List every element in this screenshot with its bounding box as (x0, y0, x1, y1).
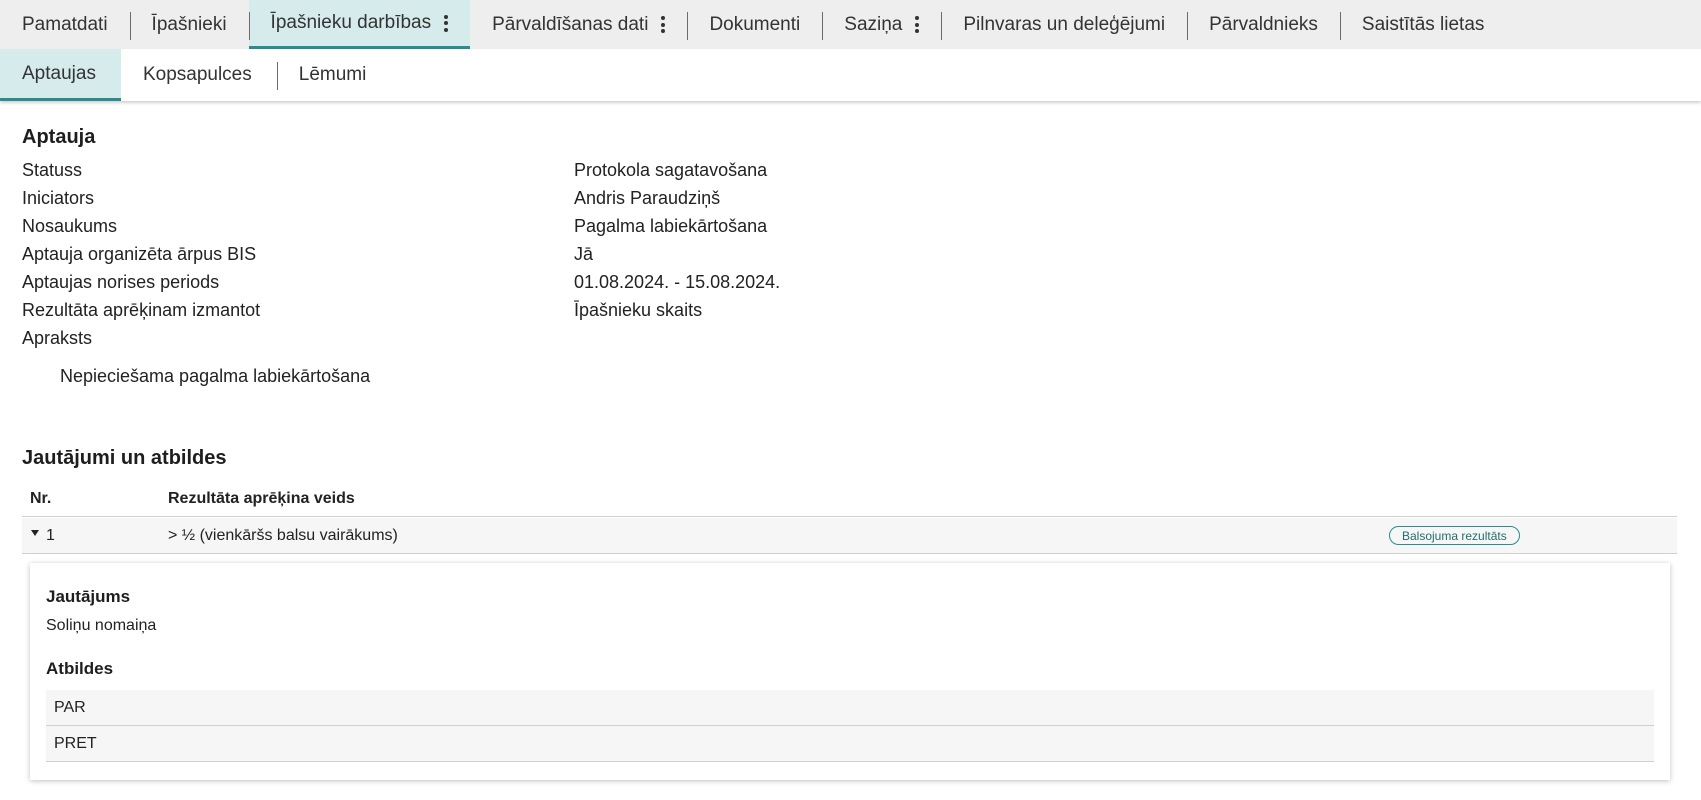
list-item: PAR (46, 690, 1654, 726)
field-value: Īpašnieku skaits (574, 299, 703, 320)
tab-dokumenti[interactable]: Dokumenti (687, 0, 822, 49)
detail-row-period: Aptaujas norises periods 01.08.2024. - 1… (22, 268, 1222, 296)
tab-ipasnieku-darbibas[interactable]: Īpašnieku darbības (248, 0, 471, 49)
more-vertical-icon[interactable] (444, 14, 449, 32)
field-value: Pagalma labiekārtošana (574, 215, 768, 236)
field-label: Nosaukums (22, 215, 118, 236)
subtab-lemumi[interactable]: Lēmumi (276, 49, 392, 101)
answer-label: PRET (54, 734, 97, 752)
detail-row-status: Statuss Protokola sagatavošana (22, 156, 1222, 184)
column-header-calc-type: Rezultāta aprēķina veids (168, 490, 355, 507)
field-value: Protokola sagatavošana (574, 159, 768, 180)
tab-label: Dokumenti (709, 13, 801, 35)
question-detail-card: Jautājums Soliņu nomaiņa Atbildes PAR PR… (30, 563, 1670, 780)
tab-pilnvaras-un-delegejumi[interactable]: Pilnvaras un deleģējumi (941, 0, 1187, 49)
question-text: Soliņu nomaiņa (46, 617, 157, 634)
column-header-nr: Nr. (30, 490, 52, 507)
tab-label: Pārvaldīšanas dati (492, 13, 649, 35)
tab-sazina[interactable]: Saziņa (822, 0, 941, 49)
survey-description: Nepieciešama pagalma labiekārtošana (60, 366, 371, 386)
tab-label: Īpašnieki (151, 13, 227, 35)
subtab-aptaujas[interactable]: Aptaujas (0, 49, 121, 101)
question-nr: 1 (46, 527, 55, 544)
field-label: Aptaujas norises periods (22, 271, 220, 292)
answers-heading: Atbildes (46, 659, 114, 678)
tab-label: Kopsapulces (142, 64, 252, 85)
tab-label: Pārvaldnieks (1209, 13, 1318, 35)
tab-label: Pamatdati (22, 13, 108, 35)
questions-title: Jautājumi un atbildes (22, 447, 227, 469)
tab-saistitas-lietas[interactable]: Saistītās lietas (1339, 0, 1507, 49)
subtab-kopsapulces[interactable]: Kopsapulces (121, 49, 277, 101)
detail-row-outside-bis: Aptauja organizēta ārpus BIS Jā (22, 240, 1222, 268)
answer-label: PAR (54, 698, 86, 716)
tab-ipasnieki[interactable]: Īpašnieki (129, 0, 249, 49)
survey-title: Aptauja (22, 126, 96, 148)
table-row[interactable]: 1 > ½ (vienkāršs balsu vairākums) Balsoj… (22, 518, 1677, 554)
field-value: Andris Paraudziņš (574, 187, 721, 208)
tab-label: Lēmumi (298, 64, 367, 85)
detail-row-description: Apraksts (22, 324, 1222, 352)
tab-parvaldnieks[interactable]: Pārvaldnieks (1187, 0, 1340, 49)
tab-label: Saziņa (844, 13, 903, 35)
tab-parvaldisanas-dati[interactable]: Pārvaldīšanas dati (470, 0, 687, 49)
question-heading: Jautājums (46, 587, 131, 606)
field-value: 01.08.2024. - 15.08.2024. (574, 271, 781, 292)
field-label: Rezultāta aprēķinam izmantot (22, 299, 261, 320)
field-label: Apraksts (22, 327, 93, 348)
caret-down-icon[interactable] (31, 530, 39, 536)
field-value: Jā (574, 243, 594, 264)
more-vertical-icon[interactable] (661, 16, 666, 33)
tab-label: Aptaujas (22, 62, 96, 84)
list-item: PRET (46, 726, 1654, 762)
vote-result-badge[interactable]: Balsojuma rezultāts (1389, 526, 1520, 545)
tab-pamatdati[interactable]: Pamatdati (0, 0, 130, 49)
field-label: Iniciators (22, 187, 95, 208)
field-label: Aptauja organizēta ārpus BIS (22, 243, 257, 264)
tab-label: Saistītās lietas (1361, 13, 1485, 35)
sub-tab-bar: Aptaujas Kopsapulces Lēmumi (0, 49, 1701, 101)
question-calc-type: > ½ (vienkāršs balsu vairākums) (168, 527, 398, 544)
tab-label: Pilnvaras un deleģējumi (963, 13, 1166, 35)
tab-label: Īpašnieku darbības (270, 12, 432, 33)
detail-row-initiator: Iniciators Andris Paraudziņš (22, 184, 1222, 212)
more-vertical-icon[interactable] (915, 16, 920, 33)
detail-row-calc-basis: Rezultāta aprēķinam izmantot Īpašnieku s… (22, 296, 1222, 324)
detail-row-name: Nosaukums Pagalma labiekārtošana (22, 212, 1222, 240)
field-label: Statuss (22, 159, 83, 180)
questions-table-header: Nr. Rezultāta aprēķina veids (22, 487, 1677, 517)
top-tab-bar: Pamatdati Īpašnieki Īpašnieku darbības P… (0, 0, 1701, 49)
